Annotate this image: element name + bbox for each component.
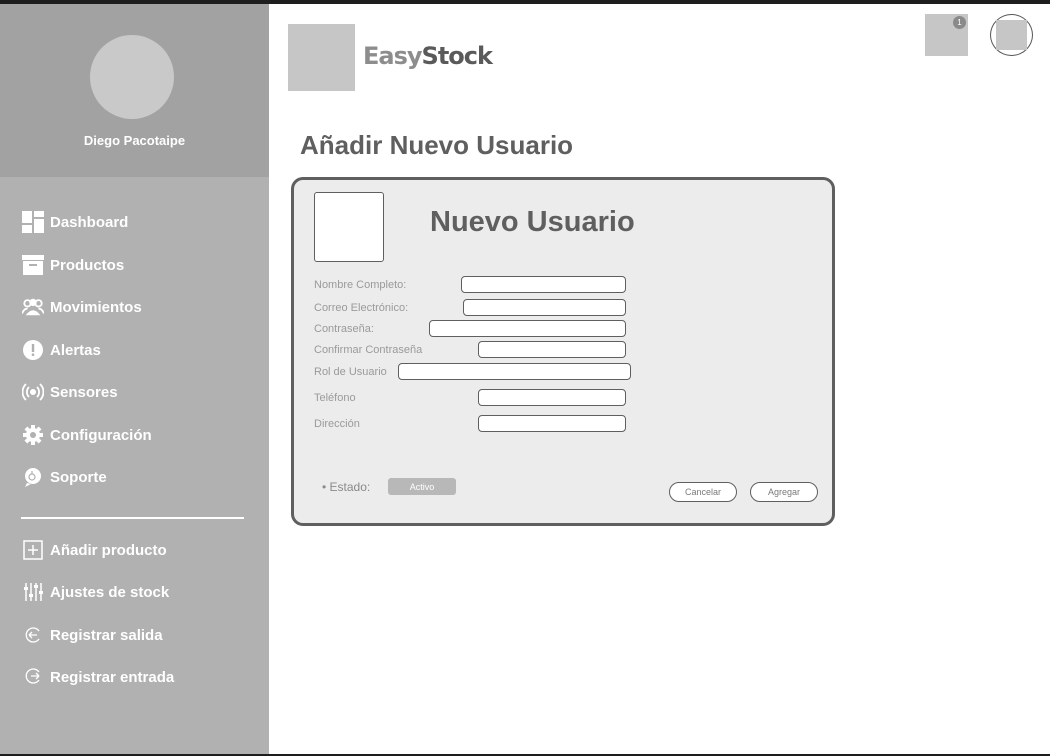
user-name: Diego Pacotaipe: [83, 133, 186, 148]
notification-badge: 1: [953, 16, 966, 29]
address-label: Dirección: [314, 418, 360, 430]
new-user-form: Nuevo Usuario Nombre Completo: Correo El…: [291, 177, 835, 526]
archive-box-icon: [22, 254, 44, 276]
sidebar-item-soporte[interactable]: Soporte: [22, 465, 107, 489]
sidebar-item-movimientos[interactable]: Movimientos: [22, 295, 142, 319]
sidebar-divider: [21, 517, 244, 519]
photo-upload[interactable]: [314, 192, 384, 262]
phone-input[interactable]: [478, 389, 626, 406]
confirm-password-label: Confirmar Contraseña: [314, 344, 423, 356]
status-label: • Estado:: [322, 480, 371, 494]
users-icon: [22, 296, 44, 318]
alert-icon: [22, 339, 44, 361]
sidebar-item-sensores[interactable]: Sensores: [22, 380, 118, 404]
profile-section: Diego Pacotaipe: [0, 4, 269, 177]
sidebar-item-label: Productos: [50, 256, 125, 274]
sidebar-action-label: Añadir producto: [50, 541, 167, 559]
full-name-input[interactable]: [461, 276, 626, 293]
sidebar-item-label: Configuración: [50, 426, 152, 444]
cancel-button[interactable]: Cancelar: [669, 482, 737, 502]
sidebar-action-registrar-salida[interactable]: Registrar salida: [22, 623, 163, 647]
enter-icon: [22, 666, 44, 688]
sidebar-action-label: Ajustes de stock: [50, 583, 170, 601]
notifications-button[interactable]: 1: [925, 14, 968, 56]
sidebar-action-label: Registrar salida: [50, 626, 163, 644]
sidebar-item-dashboard[interactable]: Dashboard: [22, 210, 128, 234]
gear-icon: [22, 424, 44, 446]
phone-label: Teléfono: [314, 392, 356, 404]
address-input[interactable]: [478, 415, 626, 432]
sidebar-action-registrar-entrada[interactable]: Registrar entrada: [22, 665, 174, 689]
password-input[interactable]: [429, 320, 626, 337]
user-role-input[interactable]: [398, 363, 631, 380]
dashboard-icon: [22, 211, 44, 233]
sidebar-item-label: Soporte: [50, 468, 107, 486]
exit-icon: [22, 624, 44, 646]
sliders-icon: [22, 581, 44, 603]
add-button[interactable]: Agregar: [750, 482, 818, 502]
sidebar: Diego Pacotaipe Dashboard Productos Movi…: [0, 4, 269, 754]
sidebar-item-productos[interactable]: Productos: [22, 253, 124, 277]
logo[interactable]: [288, 24, 355, 91]
sidebar-item-label: Alertas: [50, 341, 101, 359]
password-label: Contraseña:: [314, 323, 374, 335]
sidebar-item-label: Dashboard: [50, 213, 129, 231]
email-input[interactable]: [463, 299, 626, 316]
sidebar-action-ajustes-stock[interactable]: Ajustes de stock: [22, 580, 169, 604]
email-label: Correo Electrónico:: [314, 302, 409, 314]
sidebar-item-label: Sensores: [50, 383, 118, 401]
full-name-label: Nombre Completo:: [314, 279, 407, 291]
sidebar-action-anadir-producto[interactable]: Añadir producto: [22, 538, 167, 562]
sidebar-action-label: Registrar entrada: [50, 668, 175, 686]
page-title: Añadir Nuevo Usuario: [300, 130, 574, 160]
confirm-password-input[interactable]: [478, 341, 626, 358]
brand-name: EasyStock: [363, 42, 493, 70]
sidebar-item-label: Movimientos: [50, 298, 142, 316]
user-icon: [996, 20, 1027, 50]
sidebar-item-alertas[interactable]: Alertas: [22, 338, 101, 362]
sensor-icon: [22, 381, 44, 403]
user-menu-button[interactable]: [990, 14, 1033, 56]
plus-square-icon: [22, 539, 44, 561]
avatar[interactable]: [90, 35, 174, 119]
support-icon: [22, 466, 44, 488]
user-role-label: Rol de Usuario: [314, 366, 387, 378]
sidebar-item-configuracion[interactable]: Configuración: [22, 423, 152, 447]
status-badge[interactable]: Activo: [388, 478, 456, 495]
form-title: Nuevo Usuario: [430, 206, 635, 238]
